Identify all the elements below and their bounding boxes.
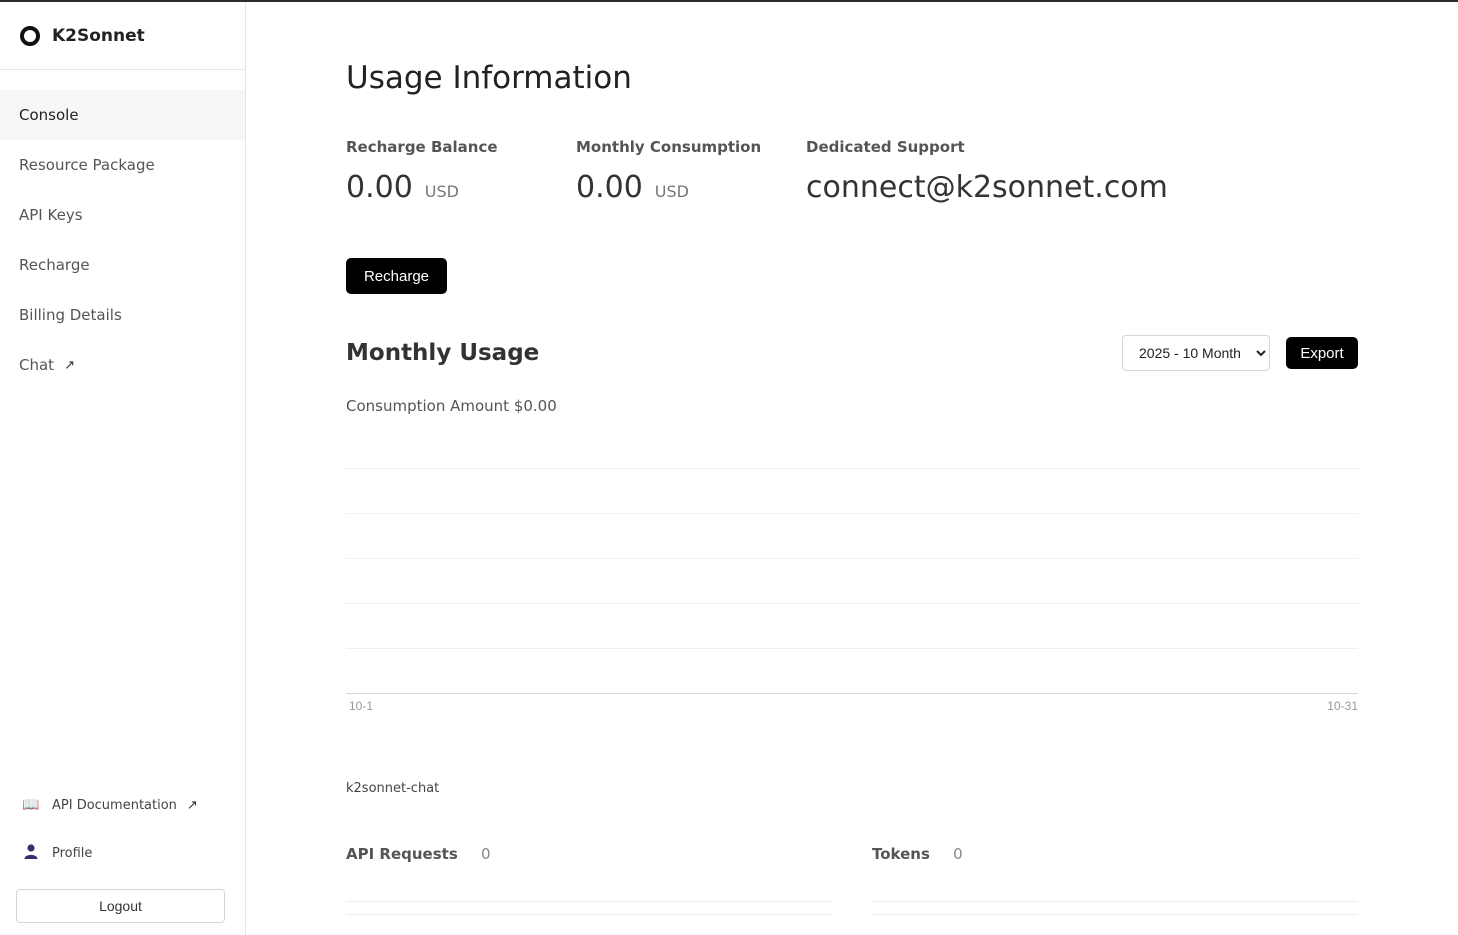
- sidebar-item-label: API Keys: [19, 206, 83, 224]
- usage-chart: 10-1 10-31: [346, 468, 1358, 713]
- api-documentation-label: API Documentation: [52, 797, 177, 813]
- recharge-balance-value: 0.00: [346, 170, 413, 205]
- api-requests-value: 0: [480, 845, 491, 863]
- recharge-balance-stat: Recharge Balance 0.00 USD: [346, 138, 498, 205]
- ring-logo-icon: [20, 25, 40, 46]
- tokens-value: 0: [953, 845, 963, 863]
- sidebar: K2Sonnet Console Resource Package API Ke…: [0, 2, 246, 935]
- logout-button[interactable]: Logout: [16, 889, 225, 923]
- x-tick-label-end: 10-31: [1327, 699, 1358, 713]
- sidebar-item-recharge[interactable]: Recharge: [0, 240, 245, 290]
- tokens-metric: Tokens 0: [872, 845, 963, 863]
- sidebar-item-label: Billing Details: [19, 306, 122, 324]
- api-requests-metric: API Requests 0: [346, 845, 491, 863]
- monthly-usage-title: Monthly Usage: [346, 340, 540, 366]
- sidebar-bottom: 📖 API Documentation ↗ Profile Logout: [0, 781, 245, 935]
- brand-name: K2Sonnet: [52, 25, 145, 46]
- recharge-balance-unit: USD: [424, 182, 459, 201]
- external-link-icon: ↗: [64, 357, 75, 373]
- api-documentation-link[interactable]: 📖 API Documentation ↗: [0, 781, 245, 829]
- book-icon: 📖: [22, 797, 40, 813]
- dedicated-support-stat: Dedicated Support connect@k2sonnet.com: [806, 138, 1168, 205]
- sidebar-nav: Console Resource Package API Keys Rechar…: [0, 90, 245, 390]
- chart-grid: [346, 468, 1358, 649]
- brand[interactable]: K2Sonnet: [0, 2, 245, 70]
- x-tick-label-start: 10-1: [349, 699, 373, 713]
- model-name: k2sonnet-chat: [346, 781, 440, 796]
- profile-label: Profile: [52, 845, 93, 861]
- main-content: Usage Information Recharge Balance 0.00 …: [346, 0, 1358, 935]
- sidebar-item-label: Resource Package: [19, 156, 155, 174]
- monthly-consumption-label: Monthly Consumption: [576, 138, 762, 156]
- profile-link[interactable]: Profile: [0, 829, 245, 877]
- support-email: connect@k2sonnet.com: [806, 170, 1168, 205]
- api-requests-label: API Requests: [346, 845, 458, 863]
- monthly-consumption-unit: USD: [654, 182, 689, 201]
- api-requests-chart-line: [346, 914, 832, 915]
- dedicated-support-label: Dedicated Support: [806, 138, 965, 156]
- tokens-chart-line: [872, 914, 1358, 915]
- month-select[interactable]: 2025 - 10 Month: [1122, 335, 1270, 371]
- sidebar-item-resource-package[interactable]: Resource Package: [0, 140, 245, 190]
- consumption-amount: Consumption Amount $0.00: [346, 397, 557, 415]
- monthly-consumption-value: 0.00: [576, 170, 643, 205]
- recharge-balance-value-row: 0.00 USD: [346, 170, 498, 205]
- tokens-label: Tokens: [872, 845, 930, 863]
- sidebar-item-label: Console: [19, 106, 79, 124]
- monthly-consumption-stat: Monthly Consumption 0.00 USD: [576, 138, 761, 205]
- external-link-icon: ↗: [186, 797, 198, 813]
- sidebar-item-chat[interactable]: Chat ↗: [0, 340, 245, 390]
- api-requests-chart-line: [346, 901, 832, 902]
- monthly-consumption-value-row: 0.00 USD: [576, 170, 761, 205]
- export-button[interactable]: Export: [1286, 337, 1358, 369]
- tokens-chart-line: [872, 901, 1358, 902]
- sidebar-item-label: Chat: [19, 356, 55, 374]
- user-icon: [22, 843, 40, 863]
- sidebar-item-label: Recharge: [19, 256, 90, 274]
- sidebar-item-console[interactable]: Console: [0, 90, 245, 140]
- sidebar-item-billing-details[interactable]: Billing Details: [0, 290, 245, 340]
- page-title: Usage Information: [346, 60, 632, 96]
- sidebar-item-api-keys[interactable]: API Keys: [0, 190, 245, 240]
- recharge-button[interactable]: Recharge: [346, 258, 447, 294]
- recharge-balance-label: Recharge Balance: [346, 138, 498, 156]
